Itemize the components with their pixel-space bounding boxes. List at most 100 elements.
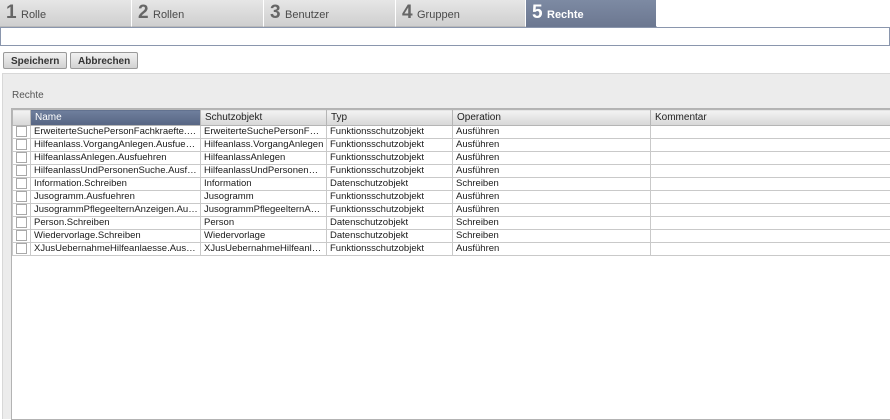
cell-kommentar [650, 138, 890, 153]
cell-name: JusogrammPflegeelternAnzeigen.Ausf... [30, 203, 201, 218]
cell-kommentar [650, 164, 890, 179]
cell-schutzobjekt: Person [200, 216, 327, 231]
cell-operation: Ausführen [452, 190, 651, 205]
cell-kommentar [650, 229, 890, 244]
cell-operation: Ausführen [452, 203, 651, 218]
table-row[interactable]: Information.Schreiben Information Datensch… [12, 177, 890, 192]
cell-operation: Ausführen [452, 164, 651, 179]
cell-schutzobjekt: XJusUebernahmeHilfeanlae... [200, 242, 327, 257]
row-checkbox[interactable] [16, 230, 27, 242]
cell-schutzobjekt: ErweiterteSuchePersonFac... [200, 124, 327, 140]
cell-operation: Ausführen [452, 138, 651, 153]
row-select-cell [12, 216, 31, 231]
row-select-cell [12, 177, 31, 192]
row-checkbox[interactable] [16, 126, 27, 137]
cell-typ: Funktionsschutzobjekt [326, 164, 453, 179]
cell-operation: Schreiben [452, 177, 651, 192]
column-header-schutzobjekt[interactable]: Schutzobjekt [200, 109, 327, 126]
row-checkbox[interactable] [16, 165, 27, 177]
table-row[interactable]: ErweiterteSuchePersonFachkraefte.Au... Er… [12, 124, 890, 140]
row-checkbox[interactable] [16, 243, 27, 255]
cell-kommentar [650, 216, 890, 231]
column-header-name[interactable]: Name [30, 109, 201, 126]
cell-name: Jusogramm.Ausfuehren [30, 190, 201, 205]
cancel-button[interactable]: Abbrechen [70, 52, 139, 69]
header-select-column [12, 109, 31, 126]
panel-title: Rechte [12, 90, 44, 101]
tab-label: Rollen [153, 9, 185, 21]
row-select-cell [12, 203, 31, 218]
tab-label: Gruppen [417, 9, 460, 21]
cell-kommentar [650, 242, 890, 257]
table-row[interactable]: JusogrammPflegeelternAnzeigen.Ausf... Jus… [12, 203, 890, 218]
row-checkbox[interactable] [16, 191, 27, 203]
table-row[interactable]: HilfeanlassAnlegen.Ausfuehren Hilfeanlass… [12, 151, 890, 166]
column-header-operation[interactable]: Operation [452, 109, 651, 126]
cell-kommentar [650, 190, 890, 205]
cell-name: Hilfeanlass.VorgangAnlegen.Ausfuehren [30, 138, 201, 153]
info-bar [0, 27, 890, 46]
table-row[interactable]: HilfeanlassUndPersonenSuche.Ausfue... Hil… [12, 164, 890, 179]
wizard-tabs: 1 Rolle 2 Rollen 3 Benutzer 4 Gruppen 5 … [0, 0, 890, 27]
cell-typ: Funktionsschutzobjekt [326, 242, 453, 257]
tab-label: Benutzer [285, 9, 330, 21]
tab-rolle[interactable]: 1 Rolle [0, 0, 132, 27]
row-select-cell [12, 151, 31, 166]
cell-typ: Funktionsschutzobjekt [326, 138, 453, 153]
cell-name: Information.Schreiben [30, 177, 201, 192]
cell-typ: Funktionsschutzobjekt [326, 151, 453, 166]
column-header-typ[interactable]: Typ [326, 109, 453, 126]
tab-gruppen[interactable]: 4 Gruppen [396, 0, 526, 27]
tab-number: 1 [6, 2, 17, 23]
column-header-kommentar[interactable]: Kommentar [650, 109, 890, 126]
tab-rollen[interactable]: 2 Rollen [132, 0, 264, 27]
tab-rechte[interactable]: 5 Rechte [526, 0, 657, 27]
cell-typ: Datenschutzobjekt [326, 216, 453, 231]
row-select-cell [12, 138, 31, 153]
row-checkbox[interactable] [16, 204, 27, 216]
row-select-cell [12, 242, 31, 257]
tab-benutzer[interactable]: 3 Benutzer [264, 0, 396, 27]
cell-name: XJusUebernahmeHilfeanlaesse.Ausfue... [30, 242, 201, 257]
tab-label: Rechte [547, 9, 584, 21]
tab-number: 5 [532, 2, 543, 23]
row-checkbox[interactable] [16, 139, 27, 151]
row-checkbox[interactable] [16, 178, 27, 190]
cell-name: Person.Schreiben [30, 216, 201, 231]
tab-number: 2 [138, 2, 149, 23]
cell-name: HilfeanlassAnlegen.Ausfuehren [30, 151, 201, 166]
table-row[interactable]: Hilfeanlass.VorgangAnlegen.Ausfuehren Hil… [12, 138, 890, 153]
save-button[interactable]: Speichern [3, 52, 68, 69]
table-header-row: Name Schutzobjekt Typ Operation Kommenta… [12, 109, 890, 126]
cell-typ: Datenschutzobjekt [326, 229, 453, 244]
cell-operation: Schreiben [452, 229, 651, 244]
row-checkbox[interactable] [16, 152, 27, 164]
row-select-cell [12, 229, 31, 244]
cell-kommentar [650, 203, 890, 218]
cell-schutzobjekt: JusogrammPflegeelternAnz... [200, 203, 327, 218]
cell-typ: Datenschutzobjekt [326, 177, 453, 192]
cell-kommentar [650, 124, 890, 140]
cell-operation: Schreiben [452, 216, 651, 231]
cell-operation: Ausführen [452, 242, 651, 257]
cell-schutzobjekt: HilfeanlassAnlegen [200, 151, 327, 166]
tab-label: Rolle [21, 9, 47, 21]
row-select-cell [12, 124, 31, 140]
tab-number: 4 [402, 2, 413, 23]
cell-schutzobjekt: HilfeanlassUndPersonenSu... [200, 164, 327, 179]
row-select-cell [12, 164, 31, 179]
tab-number: 3 [270, 2, 281, 23]
table-row[interactable]: Person.Schreiben Person Datenschutzobjekt S… [12, 216, 890, 231]
cell-operation: Ausführen [452, 151, 651, 166]
row-checkbox[interactable] [16, 217, 27, 229]
cell-schutzobjekt: Wiedervorlage [200, 229, 327, 244]
table-row[interactable]: Jusogramm.Ausfuehren Jusogramm Funktionssc… [12, 190, 890, 205]
cell-kommentar [650, 151, 890, 166]
table-row[interactable]: XJusUebernahmeHilfeanlaesse.Ausfue... XJu… [12, 242, 890, 257]
cell-name: ErweiterteSuchePersonFachkraefte.Au... [30, 124, 201, 140]
table-row[interactable]: Wiedervorlage.Schreiben Wiedervorlage Date… [12, 229, 890, 244]
cell-schutzobjekt: Hilfeanlass.VorgangAnlegen [200, 138, 327, 153]
cell-name: HilfeanlassUndPersonenSuche.Ausfue... [30, 164, 201, 179]
cell-typ: Funktionsschutzobjekt [326, 203, 453, 218]
cell-name: Wiedervorlage.Schreiben [30, 229, 201, 244]
